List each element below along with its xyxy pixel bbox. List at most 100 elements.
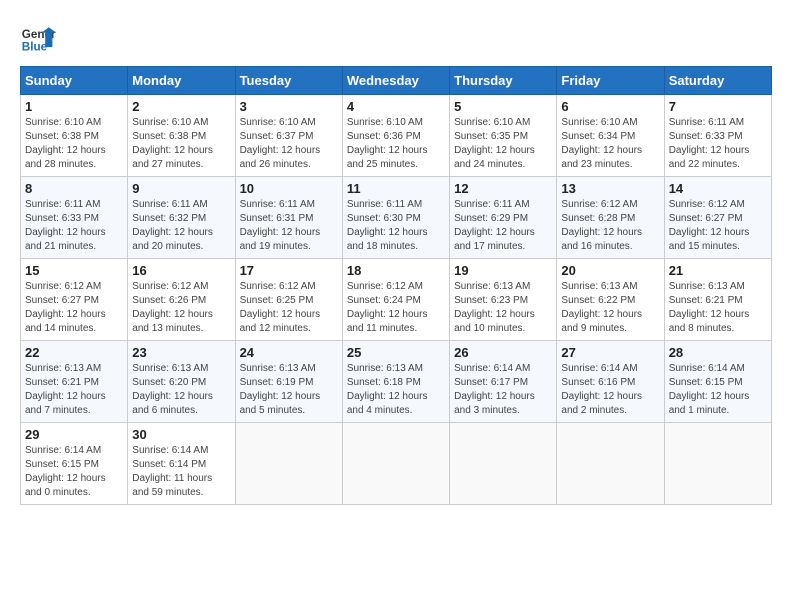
day-number: 27: [561, 345, 659, 360]
calendar-week-2: 8 Sunrise: 6:11 AMSunset: 6:33 PMDayligh…: [21, 177, 772, 259]
day-number: 5: [454, 99, 552, 114]
day-info: Sunrise: 6:14 AMSunset: 6:17 PMDaylight:…: [454, 363, 535, 416]
day-info: Sunrise: 6:13 AMSunset: 6:21 PMDaylight:…: [25, 363, 106, 416]
day-number: 4: [347, 99, 445, 114]
day-number: 3: [240, 99, 338, 114]
day-number: 21: [669, 263, 767, 278]
calendar-cell: 3 Sunrise: 6:10 AMSunset: 6:37 PMDayligh…: [235, 95, 342, 177]
day-info: Sunrise: 6:13 AMSunset: 6:20 PMDaylight:…: [132, 363, 213, 416]
day-info: Sunrise: 6:10 AMSunset: 6:34 PMDaylight:…: [561, 117, 642, 170]
calendar-cell: 18 Sunrise: 6:12 AMSunset: 6:24 PMDaylig…: [342, 259, 449, 341]
day-info: Sunrise: 6:14 AMSunset: 6:14 PMDaylight:…: [132, 445, 212, 498]
day-number: 17: [240, 263, 338, 278]
calendar-cell: 14 Sunrise: 6:12 AMSunset: 6:27 PMDaylig…: [664, 177, 771, 259]
calendar-cell: 19 Sunrise: 6:13 AMSunset: 6:23 PMDaylig…: [450, 259, 557, 341]
calendar-cell: 1 Sunrise: 6:10 AMSunset: 6:38 PMDayligh…: [21, 95, 128, 177]
calendar-cell: 29 Sunrise: 6:14 AMSunset: 6:15 PMDaylig…: [21, 423, 128, 505]
calendar-cell: 24 Sunrise: 6:13 AMSunset: 6:19 PMDaylig…: [235, 341, 342, 423]
day-info: Sunrise: 6:12 AMSunset: 6:27 PMDaylight:…: [25, 281, 106, 334]
day-header-sunday: Sunday: [21, 67, 128, 95]
calendar-cell: 15 Sunrise: 6:12 AMSunset: 6:27 PMDaylig…: [21, 259, 128, 341]
day-info: Sunrise: 6:11 AMSunset: 6:30 PMDaylight:…: [347, 199, 428, 252]
calendar-body: 1 Sunrise: 6:10 AMSunset: 6:38 PMDayligh…: [21, 95, 772, 505]
day-number: 12: [454, 181, 552, 196]
day-info: Sunrise: 6:13 AMSunset: 6:23 PMDaylight:…: [454, 281, 535, 334]
calendar-cell: 9 Sunrise: 6:11 AMSunset: 6:32 PMDayligh…: [128, 177, 235, 259]
day-header-wednesday: Wednesday: [342, 67, 449, 95]
day-info: Sunrise: 6:11 AMSunset: 6:29 PMDaylight:…: [454, 199, 535, 252]
day-number: 9: [132, 181, 230, 196]
calendar-cell: 2 Sunrise: 6:10 AMSunset: 6:38 PMDayligh…: [128, 95, 235, 177]
day-number: 1: [25, 99, 123, 114]
header: General Blue: [20, 20, 772, 56]
day-number: 11: [347, 181, 445, 196]
day-number: 23: [132, 345, 230, 360]
day-header-saturday: Saturday: [664, 67, 771, 95]
calendar-cell: 13 Sunrise: 6:12 AMSunset: 6:28 PMDaylig…: [557, 177, 664, 259]
day-info: Sunrise: 6:12 AMSunset: 6:27 PMDaylight:…: [669, 199, 750, 252]
calendar-cell: 21 Sunrise: 6:13 AMSunset: 6:21 PMDaylig…: [664, 259, 771, 341]
day-number: 7: [669, 99, 767, 114]
day-number: 14: [669, 181, 767, 196]
calendar-cell: [557, 423, 664, 505]
calendar-cell: 7 Sunrise: 6:11 AMSunset: 6:33 PMDayligh…: [664, 95, 771, 177]
calendar-cell: 25 Sunrise: 6:13 AMSunset: 6:18 PMDaylig…: [342, 341, 449, 423]
day-number: 8: [25, 181, 123, 196]
day-number: 13: [561, 181, 659, 196]
day-info: Sunrise: 6:14 AMSunset: 6:16 PMDaylight:…: [561, 363, 642, 416]
day-info: Sunrise: 6:14 AMSunset: 6:15 PMDaylight:…: [669, 363, 750, 416]
calendar-cell: 30 Sunrise: 6:14 AMSunset: 6:14 PMDaylig…: [128, 423, 235, 505]
day-number: 15: [25, 263, 123, 278]
calendar-header-row: SundayMondayTuesdayWednesdayThursdayFrid…: [21, 67, 772, 95]
svg-text:Blue: Blue: [22, 41, 48, 54]
day-info: Sunrise: 6:10 AMSunset: 6:38 PMDaylight:…: [132, 117, 213, 170]
day-number: 30: [132, 427, 230, 442]
day-info: Sunrise: 6:14 AMSunset: 6:15 PMDaylight:…: [25, 445, 106, 498]
day-info: Sunrise: 6:13 AMSunset: 6:19 PMDaylight:…: [240, 363, 321, 416]
calendar-cell: 28 Sunrise: 6:14 AMSunset: 6:15 PMDaylig…: [664, 341, 771, 423]
calendar-cell: [664, 423, 771, 505]
calendar-cell: 12 Sunrise: 6:11 AMSunset: 6:29 PMDaylig…: [450, 177, 557, 259]
day-number: 19: [454, 263, 552, 278]
day-info: Sunrise: 6:10 AMSunset: 6:38 PMDaylight:…: [25, 117, 106, 170]
calendar-cell: 22 Sunrise: 6:13 AMSunset: 6:21 PMDaylig…: [21, 341, 128, 423]
calendar-week-5: 29 Sunrise: 6:14 AMSunset: 6:15 PMDaylig…: [21, 423, 772, 505]
calendar-cell: 8 Sunrise: 6:11 AMSunset: 6:33 PMDayligh…: [21, 177, 128, 259]
calendar-cell: 27 Sunrise: 6:14 AMSunset: 6:16 PMDaylig…: [557, 341, 664, 423]
day-info: Sunrise: 6:12 AMSunset: 6:24 PMDaylight:…: [347, 281, 428, 334]
day-info: Sunrise: 6:11 AMSunset: 6:31 PMDaylight:…: [240, 199, 321, 252]
day-number: 6: [561, 99, 659, 114]
day-header-tuesday: Tuesday: [235, 67, 342, 95]
day-info: Sunrise: 6:12 AMSunset: 6:26 PMDaylight:…: [132, 281, 213, 334]
day-number: 20: [561, 263, 659, 278]
day-info: Sunrise: 6:10 AMSunset: 6:36 PMDaylight:…: [347, 117, 428, 170]
calendar-cell: [235, 423, 342, 505]
day-number: 22: [25, 345, 123, 360]
day-number: 28: [669, 345, 767, 360]
calendar-cell: 17 Sunrise: 6:12 AMSunset: 6:25 PMDaylig…: [235, 259, 342, 341]
day-number: 29: [25, 427, 123, 442]
calendar-week-1: 1 Sunrise: 6:10 AMSunset: 6:38 PMDayligh…: [21, 95, 772, 177]
day-info: Sunrise: 6:11 AMSunset: 6:32 PMDaylight:…: [132, 199, 213, 252]
calendar-week-4: 22 Sunrise: 6:13 AMSunset: 6:21 PMDaylig…: [21, 341, 772, 423]
calendar-cell: 6 Sunrise: 6:10 AMSunset: 6:34 PMDayligh…: [557, 95, 664, 177]
day-number: 10: [240, 181, 338, 196]
day-info: Sunrise: 6:13 AMSunset: 6:21 PMDaylight:…: [669, 281, 750, 334]
day-info: Sunrise: 6:12 AMSunset: 6:25 PMDaylight:…: [240, 281, 321, 334]
calendar-table: SundayMondayTuesdayWednesdayThursdayFrid…: [20, 66, 772, 505]
calendar-week-3: 15 Sunrise: 6:12 AMSunset: 6:27 PMDaylig…: [21, 259, 772, 341]
logo-icon: General Blue: [20, 20, 56, 56]
calendar-cell: 20 Sunrise: 6:13 AMSunset: 6:22 PMDaylig…: [557, 259, 664, 341]
day-info: Sunrise: 6:11 AMSunset: 6:33 PMDaylight:…: [669, 117, 750, 170]
day-info: Sunrise: 6:11 AMSunset: 6:33 PMDaylight:…: [25, 199, 106, 252]
calendar-cell: 23 Sunrise: 6:13 AMSunset: 6:20 PMDaylig…: [128, 341, 235, 423]
calendar-cell: [342, 423, 449, 505]
calendar-cell: 16 Sunrise: 6:12 AMSunset: 6:26 PMDaylig…: [128, 259, 235, 341]
day-number: 16: [132, 263, 230, 278]
day-number: 18: [347, 263, 445, 278]
day-info: Sunrise: 6:13 AMSunset: 6:18 PMDaylight:…: [347, 363, 428, 416]
calendar-cell: 26 Sunrise: 6:14 AMSunset: 6:17 PMDaylig…: [450, 341, 557, 423]
day-header-monday: Monday: [128, 67, 235, 95]
day-number: 26: [454, 345, 552, 360]
day-number: 2: [132, 99, 230, 114]
